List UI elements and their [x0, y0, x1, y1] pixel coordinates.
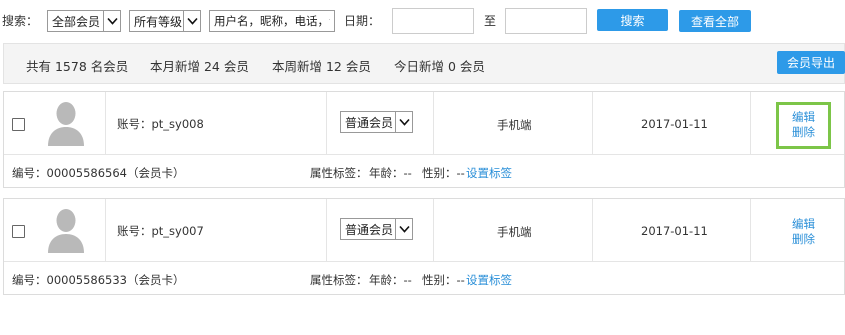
- default-user-avatar-icon: [48, 209, 84, 253]
- member-join-date: 2017-01-11: [641, 224, 708, 238]
- member-row: 账号：pt_sy008 普通会员 手机端 2017-01-11 编辑 删除: [4, 92, 844, 155]
- member-source: 手机端: [497, 225, 532, 239]
- date-from-input[interactable]: [392, 8, 474, 34]
- chevron-down-icon: [395, 219, 412, 239]
- member-level-select[interactable]: 普通会员: [340, 218, 413, 240]
- member-age: 年龄：--: [369, 273, 412, 287]
- member-info-row: 编号：00005586564（会员卡） 属性标签： 年龄：-- 性别：-- 设置…: [4, 155, 844, 186]
- member-level-value: 普通会员: [345, 222, 394, 237]
- stat-month-new: 本月新增 24 会员: [150, 59, 249, 74]
- highlight-box: [776, 102, 831, 149]
- member-select-checkbox[interactable]: [12, 118, 25, 131]
- member-type-select[interactable]: 全部会员: [47, 10, 121, 32]
- chevron-down-icon: [395, 112, 412, 132]
- delete-link[interactable]: 删除: [792, 231, 815, 247]
- date-to-input[interactable]: [505, 8, 587, 34]
- member-gender: 性别：--: [422, 273, 465, 287]
- member-level-select[interactable]: 普通会员: [340, 111, 413, 133]
- member-account: 账号：pt_sy008: [117, 117, 204, 131]
- search-button[interactable]: 搜索: [597, 9, 668, 31]
- edit-link[interactable]: 编辑: [792, 216, 815, 232]
- member-card: 账号：pt_sy007 普通会员 手机端 2017-01-11 编辑 删除 编号…: [3, 198, 845, 295]
- default-user-avatar-icon: [48, 102, 84, 146]
- member-card: 账号：pt_sy008 普通会员 手机端 2017-01-11 编辑 删除 编号…: [3, 91, 845, 188]
- member-stats-bar: 共有 1578 名会员 本月新增 24 会员 本周新增 12 会员 今日新增 0…: [3, 43, 845, 84]
- member-type-value: 全部会员: [52, 14, 101, 29]
- view-all-button[interactable]: 查看全部: [679, 10, 751, 32]
- stat-total: 共有 1578 名会员: [26, 59, 129, 74]
- member-account: 账号：pt_sy007: [117, 224, 204, 238]
- chevron-down-icon: [183, 11, 200, 31]
- level-select[interactable]: 所有等级: [129, 10, 201, 32]
- date-separator: 至: [484, 14, 497, 28]
- stat-today-new: 今日新增 0 会员: [394, 59, 485, 74]
- search-label: 搜索：: [2, 14, 39, 28]
- attr-tag-label: 属性标签：: [310, 166, 368, 180]
- set-tag-link[interactable]: 设置标签: [466, 165, 512, 181]
- member-card-number: 编号：00005586564（会员卡）: [12, 166, 185, 180]
- member-info-row: 编号：00005586533（会员卡） 属性标签： 年龄：-- 性别：-- 设置…: [4, 262, 844, 293]
- set-tag-link[interactable]: 设置标签: [466, 272, 512, 288]
- member-card-number: 编号：00005586533（会员卡）: [12, 273, 185, 287]
- member-level-value: 普通会员: [345, 115, 394, 130]
- level-value: 所有等级: [134, 14, 183, 29]
- date-label: 日期：: [344, 14, 381, 28]
- stat-week-new: 本周新增 12 会员: [272, 59, 371, 74]
- member-row: 账号：pt_sy007 普通会员 手机端 2017-01-11 编辑 删除: [4, 199, 844, 262]
- keyword-search-input[interactable]: [209, 10, 335, 32]
- export-members-button[interactable]: 会员导出: [777, 51, 845, 74]
- member-age: 年龄：--: [369, 166, 412, 180]
- attr-tag-label: 属性标签：: [310, 273, 368, 287]
- member-gender: 性别：--: [422, 166, 465, 180]
- member-source: 手机端: [497, 118, 532, 132]
- member-join-date: 2017-01-11: [641, 117, 708, 131]
- chevron-down-icon: [103, 11, 120, 31]
- member-select-checkbox[interactable]: [12, 225, 25, 238]
